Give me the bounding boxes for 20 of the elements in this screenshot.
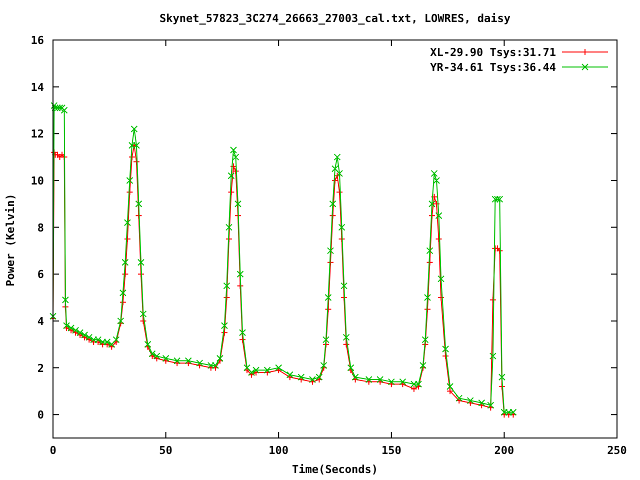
axis-title: Power (Kelvin): [4, 194, 17, 286]
axis-tick-label: 16: [30, 34, 44, 47]
axis-tick-label: 12: [30, 128, 44, 141]
axis-tick-label: 8: [37, 221, 44, 234]
axis-tick-label: 0: [37, 408, 44, 422]
axis-tick-label: 150: [381, 444, 402, 457]
axis-title: Time(Seconds): [292, 463, 378, 476]
axis-tick-label: 100: [268, 444, 289, 457]
axis-tick-label: 50: [159, 444, 172, 457]
chart-title: Skynet_57823_3C274_26663_27003_cal.txt, LOWRES, daisy: [160, 12, 510, 25]
axis-tick-label: 4: [37, 314, 44, 328]
axis-tick-label: 2: [37, 362, 44, 375]
axis-tick-label: 6: [37, 268, 44, 282]
legend-label: XL-29.90 Tsys:31.71: [430, 46, 556, 59]
axis-tick-label: 250: [607, 444, 627, 457]
axis-tick-label: 10: [30, 174, 44, 188]
axis-tick-label: 14: [30, 80, 44, 94]
axis-tick-label: 0: [50, 444, 56, 457]
legend-label: YR-34.61 Tsys:36.44: [430, 61, 556, 74]
axis-tick-label: 200: [494, 444, 514, 457]
